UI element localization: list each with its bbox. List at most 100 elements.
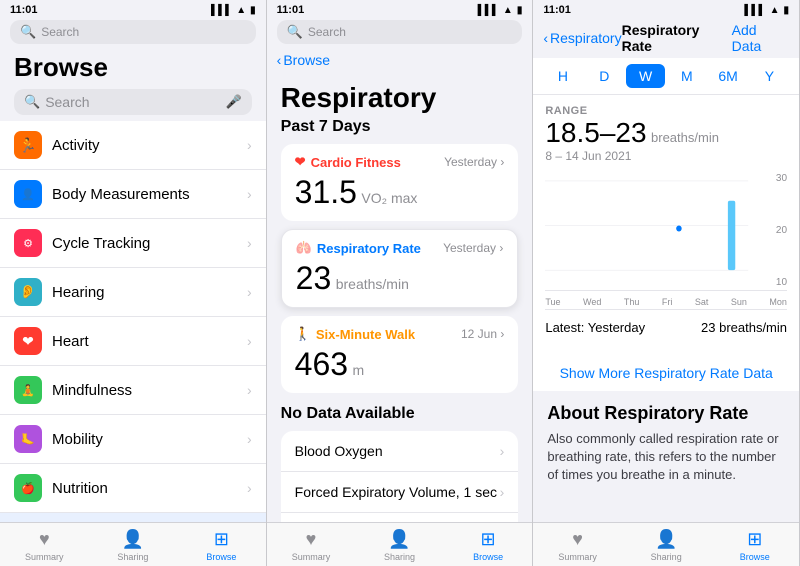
walk-value: 463: [295, 346, 348, 382]
add-data-button[interactable]: Add Data: [732, 22, 789, 54]
back-link-3[interactable]: ‹ Respiratory: [543, 30, 621, 46]
date-range: 8 – 14 Jun 2021: [545, 149, 787, 163]
panel-respiratory-rate: 11:01 ▌▌▌ ▲ ▮ ‹ Respiratory Respiratory …: [533, 0, 800, 566]
mobility-label: Mobility: [52, 431, 247, 448]
walk-icon: 🚶: [295, 326, 311, 342]
tab-sharing-1[interactable]: 👤 Sharing: [89, 529, 178, 562]
battery-icon-2: ▮: [517, 5, 523, 16]
walk-card[interactable]: 🚶 Six-Minute Walk 12 Jun › 463 m: [281, 316, 519, 393]
battery-icon-3: ▮: [784, 5, 790, 16]
walk-card-title: 🚶 Six-Minute Walk: [295, 326, 415, 342]
no-data-section: No Data Available Blood Oxygen › Forced …: [281, 405, 519, 522]
wifi-icon-3: ▲: [770, 5, 780, 16]
sidebar-item-heart[interactable]: ❤ Heart ›: [0, 317, 266, 366]
browse-title: Browse: [14, 52, 252, 83]
tab-sharing-icon-1: 👤: [122, 529, 144, 550]
tab-sharing-3[interactable]: 👤 Sharing: [622, 529, 711, 562]
activity-chevron: ›: [247, 137, 252, 153]
x-label-sat: Sat: [695, 297, 709, 307]
no-data-fev[interactable]: Forced Expiratory Volume, 1 sec ›: [281, 472, 519, 513]
tab-summary-label-3: Summary: [558, 552, 597, 562]
wifi-icon-2: ▲: [503, 5, 513, 16]
time-btn-6m[interactable]: 6M: [708, 64, 747, 88]
resp-value-row: 23 breaths/min: [296, 260, 504, 297]
status-bar-3: 11:01 ▌▌▌ ▲ ▮: [533, 0, 799, 18]
tab-browse-1[interactable]: ⊞ Browse: [177, 529, 266, 562]
top-search-bar-1[interactable]: 🔍 Search: [10, 20, 256, 44]
tab-browse-3[interactable]: ⊞ Browse: [710, 529, 799, 562]
panel3-title-nav: Respiratory Rate: [622, 22, 732, 54]
browse-search[interactable]: 🔍 Search 🎤: [14, 89, 252, 115]
panel-browse: 11:01 ▌▌▌ ▲ ▮ 🔍 Search Browse 🔍 Search 🎤…: [0, 0, 267, 566]
show-more-link[interactable]: Show More Respiratory Rate Data: [533, 355, 799, 391]
nutrition-label: Nutrition: [52, 480, 247, 497]
status-time-2: 11:01: [277, 4, 305, 16]
tab-browse-label-3: Browse: [740, 552, 770, 562]
resp-date: Yesterday ›: [443, 241, 503, 255]
activity-label: Activity: [52, 137, 247, 154]
sidebar-item-nutrition[interactable]: 🍎 Nutrition ›: [0, 464, 266, 513]
sidebar-item-mobility[interactable]: 🦶 Mobility ›: [0, 415, 266, 464]
body-chevron: ›: [247, 186, 252, 202]
top-search-label-1: Search: [41, 25, 79, 39]
time-btn-h[interactable]: H: [543, 64, 582, 88]
tab-browse-label-1: Browse: [206, 552, 236, 562]
status-bar-1: 11:01 ▌▌▌ ▲ ▮: [0, 0, 266, 18]
walk-card-header: 🚶 Six-Minute Walk 12 Jun ›: [295, 326, 505, 342]
cardio-fitness-card[interactable]: ❤ Cardio Fitness Yesterday › 31.5 VO₂ ma…: [281, 144, 519, 221]
search-icon-1: 🔍: [24, 94, 40, 110]
time-btn-m[interactable]: M: [667, 64, 706, 88]
cycle-chevron: ›: [247, 235, 252, 251]
latest-bar: Latest: Yesterday 23 breaths/min: [545, 309, 787, 345]
status-time-1: 11:01: [10, 4, 38, 16]
tab-sharing-2[interactable]: 👤 Sharing: [355, 529, 444, 562]
chart-area: 30 20 10: [545, 171, 787, 291]
walk-unit: m: [353, 362, 365, 378]
cycle-label: Cycle Tracking: [52, 235, 247, 252]
tab-browse-2[interactable]: ⊞ Browse: [444, 529, 533, 562]
respiratory-rate-card[interactable]: 🫁 Respiratory Rate Yesterday › 23 breath…: [281, 229, 519, 308]
mindfulness-label: Mindfulness: [52, 382, 247, 399]
top-search-bar-2[interactable]: 🔍 Search: [277, 20, 523, 44]
status-bar-2: 11:01 ▌▌▌ ▲ ▮: [267, 0, 533, 18]
search-icon-small-1: 🔍: [20, 24, 36, 40]
heart-icon: ❤: [14, 327, 42, 355]
respiratory-title: Respiratory: [281, 82, 519, 114]
latest-label: Latest: Yesterday: [545, 320, 645, 335]
tab-summary-1[interactable]: ♥ Summary: [0, 529, 89, 562]
time-btn-w[interactable]: W: [626, 64, 665, 88]
sidebar-item-hearing[interactable]: 👂 Hearing ›: [0, 268, 266, 317]
time-btn-y[interactable]: Y: [750, 64, 789, 88]
no-data-blood-oxygen[interactable]: Blood Oxygen ›: [281, 431, 519, 472]
back-link-2[interactable]: ‹ Browse: [277, 52, 330, 68]
cardio-date: Yesterday ›: [444, 155, 504, 169]
tab-summary-2[interactable]: ♥ Summary: [267, 529, 356, 562]
sidebar-item-mindfulness[interactable]: 🧘 Mindfulness ›: [0, 366, 266, 415]
about-title: About Respiratory Rate: [547, 403, 785, 424]
tab-sharing-icon-3: 👤: [655, 529, 677, 550]
time-btn-d[interactable]: D: [585, 64, 624, 88]
mobility-icon: 🦶: [14, 425, 42, 453]
range-value: 18.5–23: [545, 117, 646, 148]
no-data-fvc[interactable]: Forced Vital Capacity ›: [281, 513, 519, 522]
fev-chevron: ›: [500, 484, 505, 500]
about-section: About Respiratory Rate Also commonly cal…: [533, 391, 799, 497]
sidebar-item-activity[interactable]: 🏃 Activity ›: [0, 121, 266, 170]
hearing-label: Hearing: [52, 284, 247, 301]
heart-label: Heart: [52, 333, 247, 350]
hearing-icon: 👂: [14, 278, 42, 306]
signal-icon-3: ▌▌▌: [744, 5, 765, 16]
past7days-title: Past 7 Days: [281, 118, 519, 136]
y-label-30: 30: [776, 173, 787, 184]
sidebar-item-body[interactable]: 👤 Body Measurements ›: [0, 170, 266, 219]
tab-summary-label-1: Summary: [25, 552, 64, 562]
tab-summary-3[interactable]: ♥ Summary: [533, 529, 622, 562]
sidebar-item-cycle[interactable]: ⚙ Cycle Tracking ›: [0, 219, 266, 268]
activity-icon: 🏃: [14, 131, 42, 159]
top-search-row-2: 🔍 Search: [267, 18, 533, 48]
sidebar-item-respiratory[interactable]: 🫁 Respiratory ›: [0, 513, 266, 522]
browse-search-placeholder: Search: [45, 94, 89, 110]
cycle-icon: ⚙: [14, 229, 42, 257]
y-label-20: 20: [776, 225, 787, 236]
tab-bar-2: ♥ Summary 👤 Sharing ⊞ Browse: [267, 522, 533, 566]
